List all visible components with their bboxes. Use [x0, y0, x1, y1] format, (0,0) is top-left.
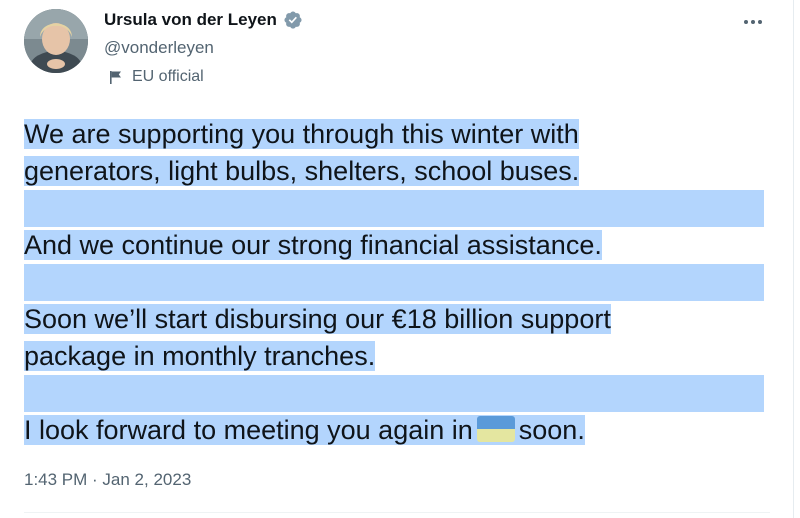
ukraine-flag-emoji-icon	[476, 416, 515, 442]
tweet-paragraph: I look forward to meeting you again in so…	[24, 412, 774, 449]
affiliation-label: EU official	[108, 68, 204, 86]
tweet-line: Soon we’ll start disbursing our €18 bill…	[24, 304, 611, 334]
selection-gap	[24, 264, 764, 301]
tweet-paragraph: And we continue our strong financial ass…	[24, 227, 774, 264]
tweet-line: I look forward to meeting you again in so…	[24, 415, 585, 445]
tweet-line: We are supporting you through this winte…	[24, 119, 579, 149]
tweet-line-end: soon.	[518, 415, 585, 445]
author-handle[interactable]: @vonderleyen	[104, 38, 214, 58]
more-dot-icon	[758, 20, 762, 24]
author-name-row: Ursula von der Leyen	[104, 10, 303, 30]
tweet-line: generators, light bulbs, shelters, schoo…	[24, 156, 580, 186]
tweet-timestamp[interactable]: 1:43 PM · Jan 2, 2023	[24, 470, 191, 490]
flag-icon	[110, 71, 121, 84]
verified-badge-icon	[284, 11, 302, 29]
author-display-name[interactable]: Ursula von der Leyen	[104, 10, 277, 30]
tweet-card: Ursula von der Leyen @vonderleyen EU off…	[0, 0, 800, 518]
selection-gap	[24, 190, 764, 227]
tweet-paragraph: Soon we’ll start disbursing our €18 bill…	[24, 301, 774, 375]
more-options-button[interactable]	[740, 12, 766, 32]
tweet-paragraph: We are supporting you through this winte…	[24, 116, 774, 190]
avatar-photo	[24, 9, 88, 73]
tweet-text: We are supporting you through this winte…	[24, 116, 774, 449]
more-dot-icon	[751, 20, 755, 24]
tweet-line: package in monthly tranches.	[24, 341, 376, 371]
selection-gap	[24, 375, 764, 412]
divider	[24, 512, 770, 513]
avatar[interactable]	[24, 9, 88, 73]
affiliation-label-text: EU official	[132, 68, 204, 85]
tweet-line-start: I look forward to meeting you again in	[24, 415, 473, 445]
more-dot-icon	[744, 20, 748, 24]
tweet-line: And we continue our strong financial ass…	[24, 230, 602, 260]
card-border	[793, 0, 794, 518]
